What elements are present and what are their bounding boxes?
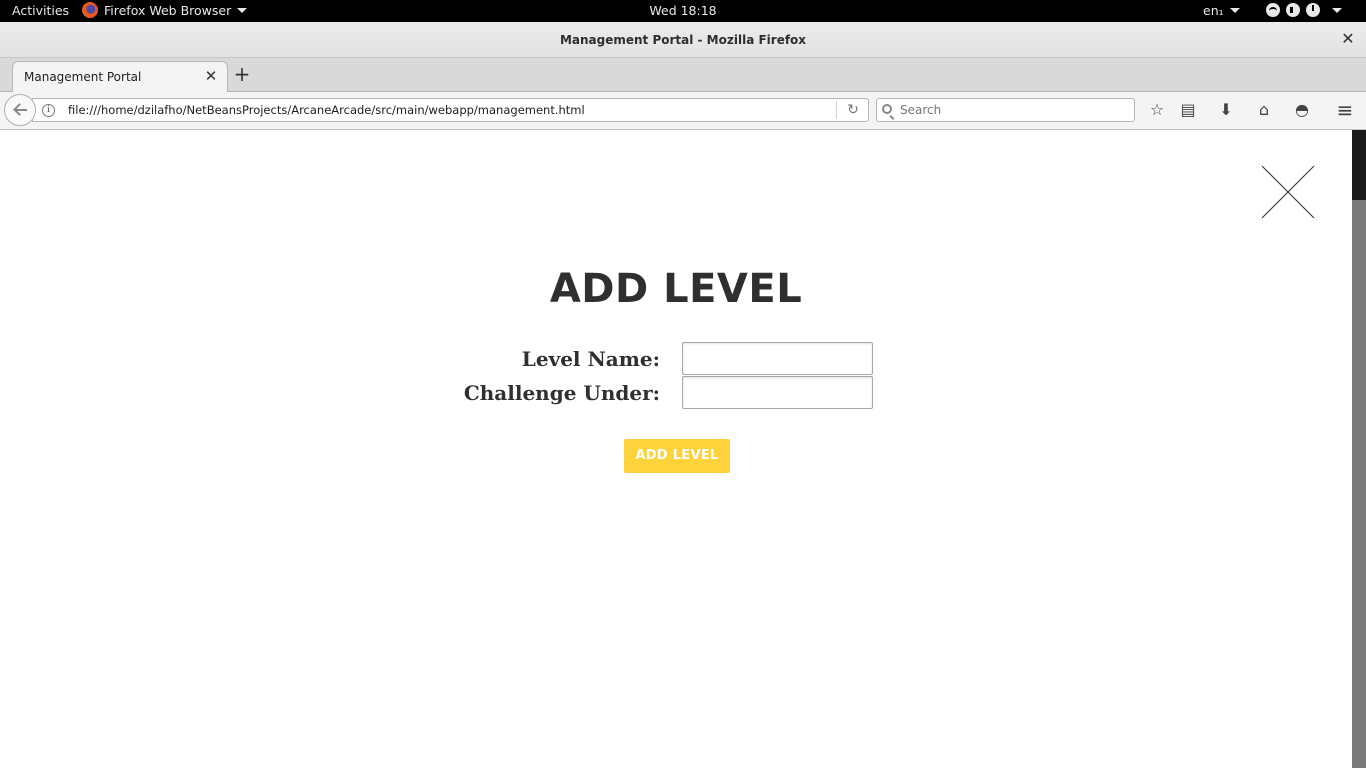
home-icon[interactable]: ⌂ [1254, 100, 1274, 120]
bookmark-star-icon[interactable]: ☆ [1147, 100, 1167, 120]
challenge-under-row: Challenge Under: [0, 376, 1352, 410]
app-menu-label: Firefox Web Browser [104, 3, 232, 18]
level-name-row: Level Name: [0, 342, 1352, 376]
language-selector[interactable]: en₁ [1203, 3, 1240, 18]
url-bar-divider [836, 101, 837, 119]
system-top-bar: Activities Firefox Web Browser Wed 18:18… [0, 0, 1366, 22]
close-icon[interactable] [1261, 165, 1315, 219]
tab-management-portal[interactable]: Management Portal ✕ [12, 61, 228, 92]
scrollbar-thumb[interactable] [1352, 130, 1366, 200]
search-bar[interactable] [876, 98, 1135, 122]
navigation-toolbar: i file:///home/dzilafho/NetBeansProjects… [0, 92, 1366, 130]
search-input[interactable] [900, 102, 1126, 118]
firefox-logo-icon [82, 2, 98, 18]
volume-icon [1286, 3, 1300, 17]
chevron-down-icon [237, 8, 248, 13]
page-title: ADD LEVEL [549, 266, 803, 312]
site-info-icon[interactable]: i [42, 104, 55, 117]
window-title: Management Portal - Mozilla Firefox [559, 33, 807, 47]
url-bar[interactable]: i file:///home/dzilafho/NetBeansProjects… [32, 98, 869, 122]
challenge-under-input[interactable] [682, 376, 873, 409]
challenge-under-label: Challenge Under: [463, 381, 660, 405]
search-icon [882, 104, 892, 114]
language-label: en₁ [1203, 3, 1224, 18]
chevron-down-icon [1332, 7, 1342, 13]
pocket-icon[interactable]: ◓ [1292, 100, 1312, 120]
power-icon [1306, 3, 1320, 17]
hamburger-menu-icon[interactable]: ≡ [1335, 100, 1355, 120]
level-name-input[interactable] [682, 342, 873, 375]
app-menu[interactable]: Firefox Web Browser [82, 2, 248, 18]
scrollbar-track[interactable] [1352, 130, 1366, 768]
activities-button[interactable]: Activities [12, 3, 69, 18]
page-content: ADD LEVEL Level Name: Challenge Under: A… [0, 130, 1352, 768]
chevron-down-icon [1229, 8, 1240, 13]
downloads-icon[interactable]: ⬇ [1216, 100, 1236, 120]
system-status-menu[interactable] [1266, 3, 1342, 17]
window-title-bar: Management Portal - Mozilla Firefox ✕ [0, 22, 1366, 58]
tab-strip: Management Portal ✕ + [0, 58, 1366, 92]
url-text[interactable]: file:///home/dzilafho/NetBeansProjects/A… [68, 103, 585, 117]
network-icon [1266, 3, 1280, 17]
level-name-label: Level Name: [521, 347, 660, 371]
new-tab-button[interactable]: + [232, 64, 252, 84]
reading-list-icon[interactable]: ▤ [1178, 100, 1198, 120]
window-close-button[interactable]: ✕ [1340, 30, 1356, 48]
add-level-button[interactable]: ADD LEVEL [624, 439, 730, 473]
tab-close-button[interactable]: ✕ [203, 67, 219, 85]
reload-icon[interactable]: ↻ [845, 102, 861, 118]
tab-label: Management Portal [24, 70, 142, 84]
back-button[interactable] [4, 94, 36, 126]
